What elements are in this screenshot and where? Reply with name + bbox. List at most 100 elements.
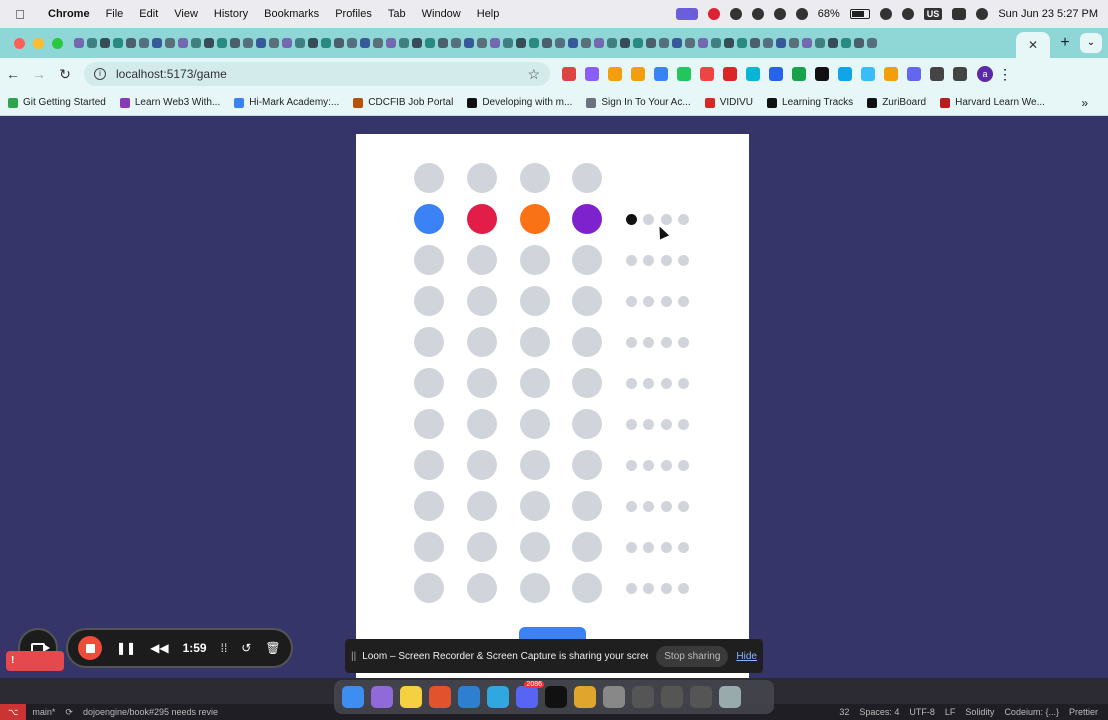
loom-warning-badge[interactable]: !: [6, 651, 64, 671]
pinned-tab-favicon-icon[interactable]: [698, 38, 708, 48]
extension-icon[interactable]: [631, 67, 645, 81]
control-center-icon[interactable]: [952, 8, 967, 20]
bookmark-item[interactable]: Hi-Mark Academy:...: [234, 97, 339, 108]
screen-share-status-icon[interactable]: [675, 8, 698, 20]
extension-icon[interactable]: [723, 67, 737, 81]
pinned-tab-favicon-icon[interactable]: [204, 38, 214, 48]
pinned-tab-favicon-icon[interactable]: [685, 38, 695, 48]
peg-slot[interactable]: [520, 450, 550, 480]
pinned-tab-favicon-icon[interactable]: [607, 38, 617, 48]
notes-icon[interactable]: [400, 686, 422, 708]
extension-icon[interactable]: [654, 67, 668, 81]
profile-avatar[interactable]: a: [977, 66, 993, 82]
pinned-tab-favicon-icon[interactable]: [386, 38, 396, 48]
git-branch[interactable]: main*: [32, 707, 55, 717]
pinned-tab-favicon-icon[interactable]: [659, 38, 669, 48]
pinned-tab-favicon-icon[interactable]: [321, 38, 331, 48]
menu-bookmarks[interactable]: Bookmarks: [256, 8, 327, 20]
peg-slot[interactable]: [520, 491, 550, 521]
peg-slot[interactable]: [414, 532, 444, 562]
peg-slot[interactable]: [467, 409, 497, 439]
pinned-tab-favicon-icon[interactable]: [360, 38, 370, 48]
url-text[interactable]: localhost:5173/game: [116, 67, 527, 81]
pinned-tab-favicon-icon[interactable]: [113, 38, 123, 48]
peg-slot[interactable]: [414, 491, 444, 521]
dock-minimized-window-icon[interactable]: [661, 686, 683, 708]
bookmark-star-icon[interactable]: ☆: [527, 66, 540, 83]
remote-indicator[interactable]: ⌥: [0, 704, 27, 720]
pinned-tab-favicon-icon[interactable]: [165, 38, 175, 48]
bookmark-item[interactable]: Learn Web3 With...: [119, 97, 220, 108]
pinned-tab-favicon-icon[interactable]: [854, 38, 864, 48]
menu-view[interactable]: View: [166, 8, 206, 20]
pinned-tab-favicon-icon[interactable]: [802, 38, 812, 48]
menu-file[interactable]: File: [98, 8, 132, 20]
pinned-tab-favicon-icon[interactable]: [633, 38, 643, 48]
peg-slot[interactable]: [572, 450, 602, 480]
extension-icon[interactable]: [746, 67, 760, 81]
bluetooth-icon[interactable]: [773, 8, 786, 20]
peg-slot[interactable]: [467, 163, 497, 193]
brave-icon[interactable]: [429, 686, 451, 708]
pinned-tab-favicon-icon[interactable]: [217, 38, 227, 48]
pinned-tab-favicon-icon[interactable]: [724, 38, 734, 48]
siri-icon[interactable]: [976, 8, 989, 20]
pinned-tab-favicon-icon[interactable]: [464, 38, 474, 48]
peg-slot[interactable]: [572, 573, 602, 603]
pinned-tab-favicon-icon[interactable]: [139, 38, 149, 48]
pinned-tab-favicon-icon[interactable]: [191, 38, 201, 48]
pinned-tab-favicon-icon[interactable]: [373, 38, 383, 48]
pinned-tab-favicon-icon[interactable]: [828, 38, 838, 48]
pinned-tab-favicon-icon[interactable]: [295, 38, 305, 48]
peg-slot[interactable]: [520, 532, 550, 562]
bookmark-item[interactable]: CDCFIB Job Portal: [353, 97, 453, 108]
pinned-tab-favicon-icon[interactable]: [425, 38, 435, 48]
bookmark-item[interactable]: ZuriBoard: [867, 97, 926, 108]
peg-slot[interactable]: [572, 491, 602, 521]
bookmark-item[interactable]: Harvard Learn We...: [940, 97, 1045, 108]
peg-slot[interactable]: [467, 450, 497, 480]
pinned-tab-favicon-icon[interactable]: [347, 38, 357, 48]
pinned-tab-favicon-icon[interactable]: [243, 38, 253, 48]
menu-datetime[interactable]: Sun Jun 23 5:27 PM: [998, 8, 1098, 20]
minimize-window-button[interactable]: [33, 37, 44, 49]
pinned-tab-favicon-icon[interactable]: [269, 38, 279, 48]
close-window-button[interactable]: [14, 37, 25, 49]
menu-edit[interactable]: Edit: [131, 8, 166, 20]
address-bar[interactable]: i localhost:5173/game ☆: [84, 62, 550, 86]
peg-slot[interactable]: [467, 286, 497, 316]
apple-menu-icon[interactable]: : [0, 7, 40, 22]
dock-minimized-window-icon[interactable]: [632, 686, 654, 708]
pinned-tab-favicon-icon[interactable]: [672, 38, 682, 48]
extension-icon[interactable]: [677, 67, 691, 81]
peg-slot[interactable]: [572, 286, 602, 316]
peg-slot[interactable]: [572, 245, 602, 275]
extension-icon[interactable]: [815, 67, 829, 81]
language-mode[interactable]: Solidity: [965, 707, 994, 717]
dock-minimized-window-icon[interactable]: [690, 686, 712, 708]
pinned-tab-favicon-icon[interactable]: [334, 38, 344, 48]
bookmarks-overflow-icon[interactable]: »: [1081, 96, 1088, 110]
fullscreen-window-button[interactable]: [52, 37, 63, 49]
codeium-status[interactable]: Codeium: {...}: [1004, 707, 1059, 717]
pinned-tab-favicon-icon[interactable]: [711, 38, 721, 48]
pinned-tab-favicon-icon[interactable]: [477, 38, 487, 48]
peg-slot[interactable]: [520, 163, 550, 193]
peg-slot[interactable]: [414, 368, 444, 398]
spotlight-search-icon[interactable]: [901, 8, 914, 20]
menu-history[interactable]: History: [206, 8, 256, 20]
pinned-tab-favicon-icon[interactable]: [152, 38, 162, 48]
bookmark-item[interactable]: Developing with m...: [467, 97, 572, 108]
peg-slot[interactable]: [572, 204, 602, 234]
sync-icon[interactable]: ⟳: [65, 707, 73, 718]
new-tab-button[interactable]: +: [1050, 34, 1080, 52]
extension-icon[interactable]: [884, 67, 898, 81]
menu-window[interactable]: Window: [414, 8, 469, 20]
extension-icon[interactable]: [608, 67, 622, 81]
finder-icon[interactable]: [342, 686, 364, 708]
pinned-tab-favicon-icon[interactable]: [74, 38, 84, 48]
reload-icon[interactable]: ↻: [52, 66, 78, 83]
pinned-tab-favicon-icon[interactable]: [503, 38, 513, 48]
peg-slot[interactable]: [467, 204, 497, 234]
menu-app-name[interactable]: Chrome: [40, 8, 98, 20]
